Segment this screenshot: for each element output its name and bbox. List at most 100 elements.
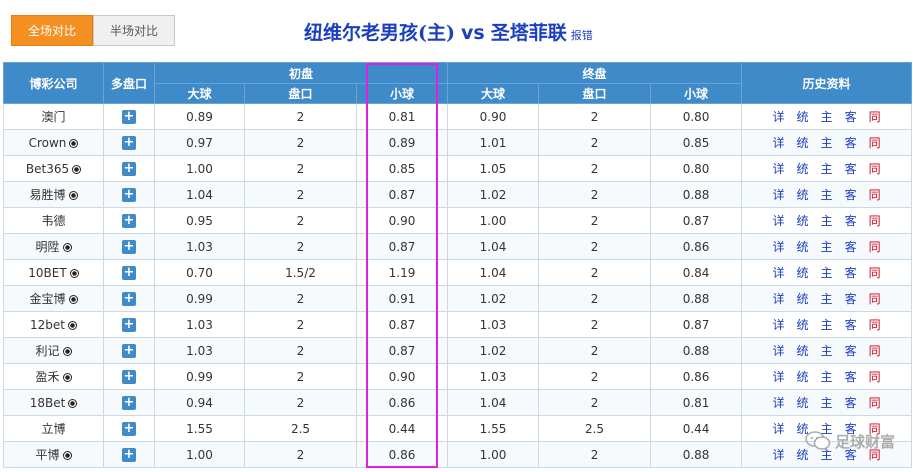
report-error-link[interactable]: 报错 bbox=[571, 29, 593, 42]
history-link[interactable]: 同 bbox=[867, 214, 883, 228]
history-link[interactable]: 同 bbox=[867, 396, 883, 410]
history-link[interactable]: 客 bbox=[843, 188, 859, 202]
history-link[interactable]: 统 bbox=[795, 318, 811, 332]
expand-plus-icon[interactable]: + bbox=[122, 396, 136, 410]
history-link[interactable]: 同 bbox=[867, 266, 883, 280]
expand-plus-icon[interactable]: + bbox=[122, 136, 136, 150]
history-link[interactable]: 主 bbox=[819, 240, 835, 254]
history-link[interactable]: 详 bbox=[771, 448, 787, 462]
history-link[interactable]: 详 bbox=[771, 162, 787, 176]
history-link[interactable]: 客 bbox=[843, 214, 859, 228]
history-link[interactable]: 详 bbox=[771, 370, 787, 384]
history-link[interactable]: 同 bbox=[867, 292, 883, 306]
multi-line-cell: + bbox=[103, 389, 155, 416]
history-link[interactable]: 详 bbox=[771, 240, 787, 254]
history-link[interactable]: 详 bbox=[771, 422, 787, 436]
history-link[interactable]: 同 bbox=[867, 162, 883, 176]
history-link[interactable]: 统 bbox=[795, 188, 811, 202]
history-link[interactable]: 详 bbox=[771, 136, 787, 150]
company-cell: 澳门 bbox=[3, 103, 104, 130]
table-row: 12bet +1.03 2 0.87 1.03 2 0.87 详统主客同 bbox=[3, 311, 913, 338]
expand-plus-icon[interactable]: + bbox=[122, 344, 136, 358]
expand-plus-icon[interactable]: + bbox=[122, 370, 136, 384]
history-link[interactable]: 详 bbox=[771, 318, 787, 332]
tab-full-match[interactable]: 全场对比 bbox=[11, 15, 93, 46]
history-link[interactable]: 主 bbox=[819, 396, 835, 410]
expand-plus-icon[interactable]: + bbox=[122, 292, 136, 306]
expand-plus-icon[interactable]: + bbox=[122, 110, 136, 124]
history-link[interactable]: 主 bbox=[819, 188, 835, 202]
history-link[interactable]: 统 bbox=[795, 292, 811, 306]
company-cell: 金宝博 bbox=[3, 285, 104, 312]
history-link[interactable]: 同 bbox=[867, 370, 883, 384]
company-cell: 明陞 bbox=[3, 233, 104, 260]
odds-cell-fin-over: 1.01 bbox=[447, 129, 540, 156]
history-links-cell: 详统主客同 bbox=[741, 129, 913, 156]
history-link[interactable]: 主 bbox=[819, 110, 835, 124]
history-link[interactable]: 主 bbox=[819, 266, 835, 280]
history-link[interactable]: 客 bbox=[843, 266, 859, 280]
expand-plus-icon[interactable]: + bbox=[122, 266, 136, 280]
tab-half-match[interactable]: 半场对比 bbox=[93, 15, 175, 46]
expand-plus-icon[interactable]: + bbox=[122, 422, 136, 436]
history-link[interactable]: 统 bbox=[795, 266, 811, 280]
odds-cell-init-under: 0.87 bbox=[355, 337, 449, 364]
expand-plus-icon[interactable]: + bbox=[122, 240, 136, 254]
history-link[interactable]: 客 bbox=[843, 240, 859, 254]
history-link[interactable]: 统 bbox=[795, 214, 811, 228]
expand-plus-icon[interactable]: + bbox=[122, 318, 136, 332]
history-link[interactable]: 详 bbox=[771, 110, 787, 124]
history-link[interactable]: 详 bbox=[771, 344, 787, 358]
history-link[interactable]: 同 bbox=[867, 318, 883, 332]
history-link[interactable]: 主 bbox=[819, 162, 835, 176]
history-link[interactable]: 同 bbox=[867, 110, 883, 124]
odds-cell-init-line: 2 bbox=[244, 285, 357, 312]
history-link[interactable]: 主 bbox=[819, 318, 835, 332]
history-link[interactable]: 主 bbox=[819, 214, 835, 228]
history-links-cell: 详统主客同 bbox=[741, 285, 913, 312]
history-link[interactable]: 统 bbox=[795, 240, 811, 254]
history-link[interactable]: 客 bbox=[843, 396, 859, 410]
history-link[interactable]: 客 bbox=[843, 292, 859, 306]
history-link[interactable]: 客 bbox=[843, 344, 859, 358]
history-link[interactable]: 客 bbox=[843, 318, 859, 332]
history-link[interactable]: 主 bbox=[819, 136, 835, 150]
history-link[interactable]: 统 bbox=[795, 136, 811, 150]
history-link[interactable]: 统 bbox=[795, 162, 811, 176]
history-link[interactable]: 客 bbox=[843, 370, 859, 384]
history-link[interactable]: 客 bbox=[843, 162, 859, 176]
history-link[interactable]: 统 bbox=[795, 396, 811, 410]
soccer-ball-icon bbox=[62, 373, 72, 382]
history-link[interactable]: 详 bbox=[771, 396, 787, 410]
table-row: 立博 +1.55 2.5 0.44 1.55 2.5 0.44 详统主客同 bbox=[3, 415, 913, 442]
history-link[interactable]: 详 bbox=[771, 214, 787, 228]
odds-cell-fin-over: 1.03 bbox=[447, 363, 540, 390]
history-link[interactable]: 同 bbox=[867, 136, 883, 150]
history-link[interactable]: 详 bbox=[771, 188, 787, 202]
history-link[interactable]: 统 bbox=[795, 110, 811, 124]
odds-cell-fin-line: 2 bbox=[538, 233, 652, 260]
odds-cell-init-under: 0.81 bbox=[355, 103, 449, 130]
table-row: 10BET +0.70 1.5/2 1.19 1.04 2 0.84 详统主客同 bbox=[3, 259, 913, 286]
expand-plus-icon[interactable]: + bbox=[122, 162, 136, 176]
expand-plus-icon[interactable]: + bbox=[122, 448, 136, 462]
expand-plus-icon[interactable]: + bbox=[122, 188, 136, 202]
history-link[interactable]: 主 bbox=[819, 344, 835, 358]
history-link[interactable]: 同 bbox=[867, 188, 883, 202]
multi-line-cell: + bbox=[103, 415, 155, 442]
history-link[interactable]: 主 bbox=[819, 370, 835, 384]
history-link[interactable]: 统 bbox=[795, 370, 811, 384]
odds-cell-fin-line: 2 bbox=[538, 129, 652, 156]
company-cell: 平博 bbox=[3, 441, 104, 468]
history-link[interactable]: 客 bbox=[843, 110, 859, 124]
history-link[interactable]: 客 bbox=[843, 136, 859, 150]
history-link[interactable]: 主 bbox=[819, 292, 835, 306]
history-link[interactable]: 统 bbox=[795, 344, 811, 358]
expand-plus-icon[interactable]: + bbox=[122, 214, 136, 228]
header-fin-line: 盘口 bbox=[538, 83, 652, 104]
odds-cell-init-under: 0.91 bbox=[355, 285, 449, 312]
history-link[interactable]: 详 bbox=[771, 266, 787, 280]
history-link[interactable]: 详 bbox=[771, 292, 787, 306]
history-link[interactable]: 同 bbox=[867, 344, 883, 358]
history-link[interactable]: 同 bbox=[867, 240, 883, 254]
